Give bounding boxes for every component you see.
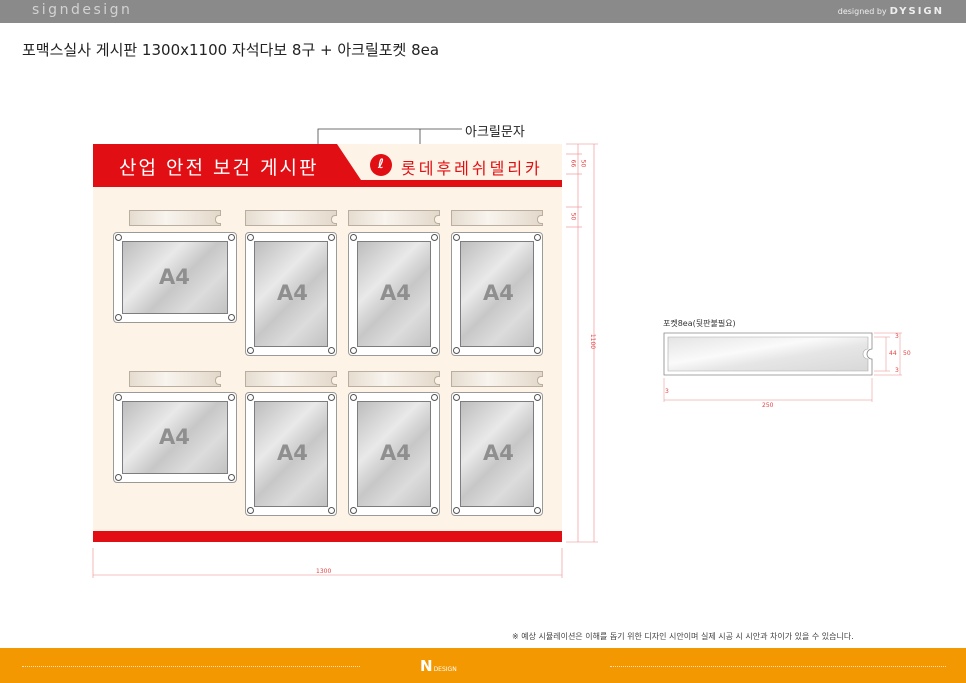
detail-edge-top: 3 bbox=[895, 333, 899, 340]
footer-bar: NDESIGN bbox=[0, 648, 966, 683]
disclaimer-note: ※ 예상 시뮬레이션은 이해를 돕기 위한 디자인 시안이며 실제 시공 시 시… bbox=[512, 632, 854, 641]
detail-width: 250 bbox=[762, 402, 774, 409]
footer-logo: NDESIGN bbox=[420, 657, 457, 675]
pocket-detail-drawing bbox=[663, 332, 902, 402]
detail-height-inner: 44 bbox=[889, 350, 897, 357]
detail-edge-left: 3 bbox=[665, 388, 669, 395]
footer-divider bbox=[610, 666, 946, 667]
detail-edge-bottom: 3 bbox=[895, 367, 899, 374]
footer-divider bbox=[22, 666, 360, 667]
detail-height-outer: 50 bbox=[903, 350, 911, 357]
